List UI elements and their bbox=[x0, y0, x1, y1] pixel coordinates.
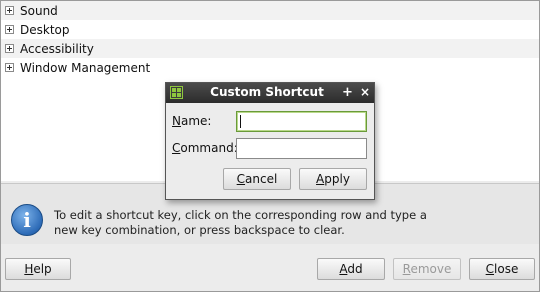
expand-icon[interactable] bbox=[5, 6, 14, 15]
tree-row-accessibility[interactable]: Accessibility bbox=[1, 39, 539, 58]
info-text: To edit a shortcut key, click on the cor… bbox=[54, 208, 427, 237]
cancel-label: ancel bbox=[245, 172, 278, 186]
close-label: lose bbox=[494, 262, 519, 276]
close-icon[interactable]: × bbox=[360, 85, 370, 99]
add-button[interactable]: Add bbox=[317, 258, 385, 280]
tree-row-label: Sound bbox=[20, 3, 58, 18]
tree-row-sound[interactable]: Sound bbox=[1, 1, 539, 20]
custom-shortcut-dialog: Custom Shortcut + × Name: Command: Cance… bbox=[165, 82, 375, 200]
tree-row-desktop[interactable]: Desktop bbox=[1, 20, 539, 39]
dialog-title: Custom Shortcut bbox=[210, 85, 324, 99]
expand-icon[interactable] bbox=[5, 25, 14, 34]
apply-button[interactable]: Apply bbox=[299, 168, 367, 190]
tree-row-label: Window Management bbox=[20, 60, 151, 75]
help-mnemonic: H bbox=[24, 262, 34, 276]
name-field[interactable] bbox=[236, 111, 367, 132]
text-cursor bbox=[240, 115, 241, 128]
apply-label: pply bbox=[324, 172, 350, 186]
name-mnemonic: N bbox=[172, 114, 181, 128]
close-button[interactable]: Close bbox=[469, 258, 535, 280]
tree-row-label: Desktop bbox=[20, 22, 70, 37]
remove-label: emove bbox=[410, 262, 452, 276]
dialog-titlebar[interactable]: Custom Shortcut + × bbox=[166, 83, 374, 103]
cancel-button[interactable]: Cancel bbox=[223, 168, 291, 190]
name-label: Name: bbox=[172, 114, 211, 128]
remove-button[interactable]: Remove bbox=[393, 258, 461, 280]
tree-row-label: Accessibility bbox=[20, 41, 94, 56]
add-label: dd bbox=[347, 262, 363, 276]
name-label-text: ame: bbox=[180, 114, 212, 128]
command-label-text: ommand: bbox=[180, 141, 238, 155]
command-field[interactable] bbox=[236, 138, 367, 159]
info-icon: i bbox=[11, 204, 43, 236]
maximize-icon[interactable]: + bbox=[342, 85, 353, 100]
close-mnemonic: C bbox=[485, 262, 495, 276]
expand-icon[interactable] bbox=[5, 63, 14, 72]
command-label: Command: bbox=[172, 141, 238, 155]
tree-row-window-management[interactable]: Window Management bbox=[1, 58, 539, 77]
app-icon bbox=[170, 86, 183, 99]
cancel-mnemonic: C bbox=[236, 172, 246, 186]
help-label: elp bbox=[33, 262, 52, 276]
keyboard-shortcuts-window: Sound Desktop Accessibility Window Manag… bbox=[0, 0, 540, 292]
help-button[interactable]: Help bbox=[5, 258, 71, 280]
expand-icon[interactable] bbox=[5, 44, 14, 53]
